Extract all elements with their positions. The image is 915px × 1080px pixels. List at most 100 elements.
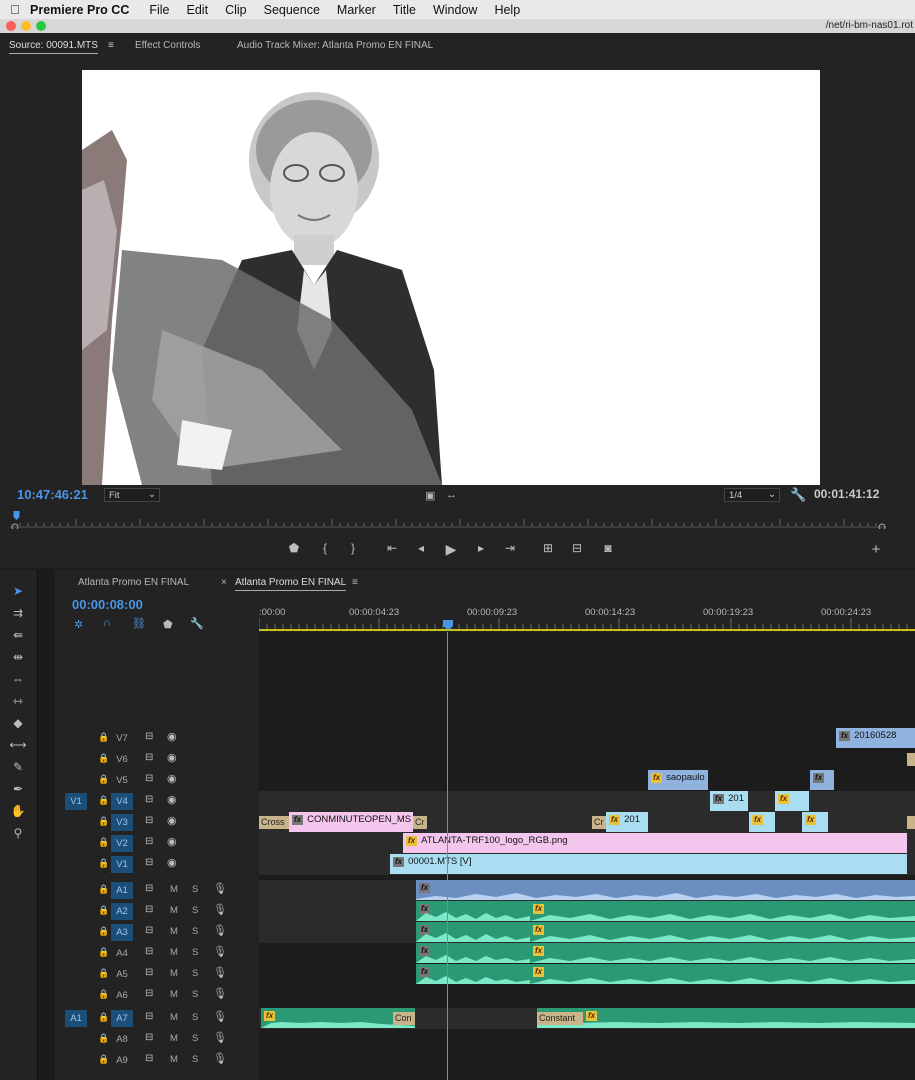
- microphone-icon[interactable]: 🎙: [213, 1031, 227, 1044]
- clip-v4-small[interactable]: fx: [775, 791, 809, 811]
- track-target-v5[interactable]: V5: [111, 772, 133, 789]
- go-to-in-icon[interactable]: ⇤: [384, 541, 400, 555]
- linked-selection-icon[interactable]: ⛓: [132, 617, 146, 630]
- panel-menu-icon[interactable]: ≡: [108, 40, 114, 51]
- close-tab-icon[interactable]: ×: [221, 577, 227, 588]
- menu-clip[interactable]: Clip: [225, 3, 247, 17]
- clip-v2-atlanta-logo[interactable]: fx ATLANTA-TRF100_logo_RGB.png: [403, 833, 907, 853]
- sync-lock-icon[interactable]: ⊟: [145, 836, 153, 847]
- go-to-out-icon[interactable]: ⇥: [502, 541, 518, 555]
- pen-tool-icon[interactable]: ✎: [8, 760, 28, 774]
- solo-button[interactable]: S: [192, 968, 198, 979]
- microphone-icon[interactable]: 🎙: [213, 1010, 227, 1023]
- clip-v3-conminuteopen[interactable]: fx CONMINUTEOPEN_MS: [289, 812, 413, 832]
- menu-title[interactable]: Title: [393, 3, 416, 17]
- lock-icon[interactable]: 🔒: [98, 1054, 109, 1065]
- tab-source[interactable]: Source: 00091.MTS: [9, 40, 98, 54]
- slip-tool-icon[interactable]: ◆: [8, 716, 28, 730]
- lock-icon[interactable]: 🔒: [98, 837, 109, 848]
- transition-a7-con[interactable]: Con: [393, 1012, 415, 1025]
- solo-button[interactable]: S: [192, 1012, 198, 1023]
- insert-icon[interactable]: ⊞: [540, 541, 556, 555]
- track-target-a8[interactable]: A8: [111, 1031, 133, 1048]
- step-forward-icon[interactable]: ▸: [473, 541, 489, 555]
- lock-icon[interactable]: 🔒: [98, 858, 109, 869]
- zoom-level-select[interactable]: Fit ⌄: [104, 488, 160, 502]
- transition-v3-cr[interactable]: Cr: [413, 816, 427, 829]
- eye-icon[interactable]: ◉: [167, 751, 177, 764]
- clip-a7-music-2[interactable]: fx: [537, 1008, 915, 1028]
- solo-button[interactable]: S: [192, 1054, 198, 1065]
- close-window-button[interactable]: [6, 21, 16, 31]
- mute-button[interactable]: M: [170, 905, 178, 916]
- timeline-timecode[interactable]: 00:00:08:00: [72, 597, 143, 612]
- eye-icon[interactable]: ◉: [167, 856, 177, 869]
- clip-v3-201[interactable]: fx 201: [606, 812, 648, 832]
- tab-audio-track-mixer[interactable]: Audio Track Mixer: Atlanta Promo EN FINA…: [237, 40, 433, 51]
- rate-stretch-tool-icon[interactable]: ⇔: [8, 672, 28, 686]
- panel-menu-icon[interactable]: ≡: [352, 577, 358, 588]
- lock-icon[interactable]: 🔒: [98, 968, 109, 979]
- clip-a4-audio-1[interactable]: fx: [416, 943, 530, 963]
- source-patch-v1[interactable]: V1: [65, 793, 87, 810]
- microphone-icon[interactable]: 🎙: [213, 1052, 227, 1065]
- mute-button[interactable]: M: [170, 884, 178, 895]
- transition-v3-end[interactable]: [907, 816, 915, 829]
- mute-button[interactable]: M: [170, 968, 178, 979]
- source-current-timecode[interactable]: 10:47:46:21: [17, 487, 88, 502]
- menu-file[interactable]: File: [149, 3, 169, 17]
- sync-lock-icon[interactable]: ⊟: [145, 773, 153, 784]
- microphone-icon[interactable]: 🎙: [213, 903, 227, 916]
- source-playhead[interactable]: [13, 511, 20, 520]
- track-target-v2[interactable]: V2: [111, 835, 133, 852]
- transition-v3-cr2[interactable]: Cr: [592, 816, 606, 829]
- clip-a2-audio-1[interactable]: fx: [416, 901, 530, 921]
- transition-v3-cross[interactable]: Cross: [259, 816, 289, 829]
- sync-lock-icon[interactable]: ⊟: [145, 1053, 153, 1064]
- mute-button[interactable]: M: [170, 1012, 178, 1023]
- menu-marker[interactable]: Marker: [337, 3, 376, 17]
- sync-lock-icon[interactable]: ⊟: [145, 1032, 153, 1043]
- lock-icon[interactable]: 🔒: [98, 947, 109, 958]
- timeline-tracks-area[interactable]: fx 20160528 fx saopaulo fx fx 201 fx Cross …: [259, 632, 915, 1080]
- lock-icon[interactable]: 🔒: [98, 816, 109, 827]
- lock-icon[interactable]: 🔒: [98, 926, 109, 937]
- source-video-frame[interactable]: [82, 70, 820, 485]
- tab-sequence-1[interactable]: Atlanta Promo EN FINAL: [78, 577, 189, 588]
- rolling-edit-tool-icon[interactable]: ⇹: [8, 650, 28, 664]
- solo-button[interactable]: S: [192, 926, 198, 937]
- lock-icon[interactable]: 🔒: [98, 884, 109, 895]
- track-target-a9[interactable]: A9: [111, 1052, 133, 1069]
- lock-icon[interactable]: 🔒: [98, 774, 109, 785]
- lock-icon[interactable]: 🔒: [98, 905, 109, 916]
- minimize-window-button[interactable]: [21, 21, 31, 31]
- track-target-a7[interactable]: A7: [111, 1010, 133, 1027]
- snap-icon[interactable]: ∩: [103, 617, 111, 629]
- track-target-a6[interactable]: A6: [111, 987, 133, 1004]
- step-back-icon[interactable]: ◂: [413, 541, 429, 555]
- selection-tool-icon[interactable]: ➤: [8, 584, 28, 598]
- clip-v3-small-a[interactable]: fx: [749, 812, 775, 832]
- menu-edit[interactable]: Edit: [187, 3, 209, 17]
- zoom-window-button[interactable]: [36, 21, 46, 31]
- clip-a3-audio-1[interactable]: fx: [416, 922, 530, 942]
- sync-lock-icon[interactable]: ⊟: [145, 815, 153, 826]
- mute-button[interactable]: M: [170, 1033, 178, 1044]
- clip-v7-20160528[interactable]: fx 20160528: [836, 728, 915, 748]
- tab-sequence-2[interactable]: Atlanta Promo EN FINAL: [235, 577, 347, 591]
- lock-icon[interactable]: 🔒: [98, 795, 109, 806]
- lock-icon[interactable]: 🔒: [98, 1033, 109, 1044]
- overwrite-icon[interactable]: ⊟: [569, 541, 585, 555]
- track-target-a3[interactable]: A3: [111, 924, 133, 941]
- lock-icon[interactable]: 🔒: [98, 989, 109, 1000]
- sync-lock-icon[interactable]: ⊟: [145, 988, 153, 999]
- clip-a3-audio-2[interactable]: fx: [530, 922, 915, 942]
- add-button-icon[interactable]: +: [868, 541, 884, 558]
- add-marker-icon[interactable]: ⬟: [286, 541, 302, 555]
- zoom-tool-icon[interactable]: ⚲: [8, 826, 28, 840]
- sync-lock-icon[interactable]: ⊟: [145, 883, 153, 894]
- clip-a7-music-1[interactable]: fx: [261, 1008, 415, 1028]
- razor-tool-icon[interactable]: ⇿: [8, 694, 28, 708]
- solo-button[interactable]: S: [192, 884, 198, 895]
- sync-lock-icon[interactable]: ⊟: [145, 925, 153, 936]
